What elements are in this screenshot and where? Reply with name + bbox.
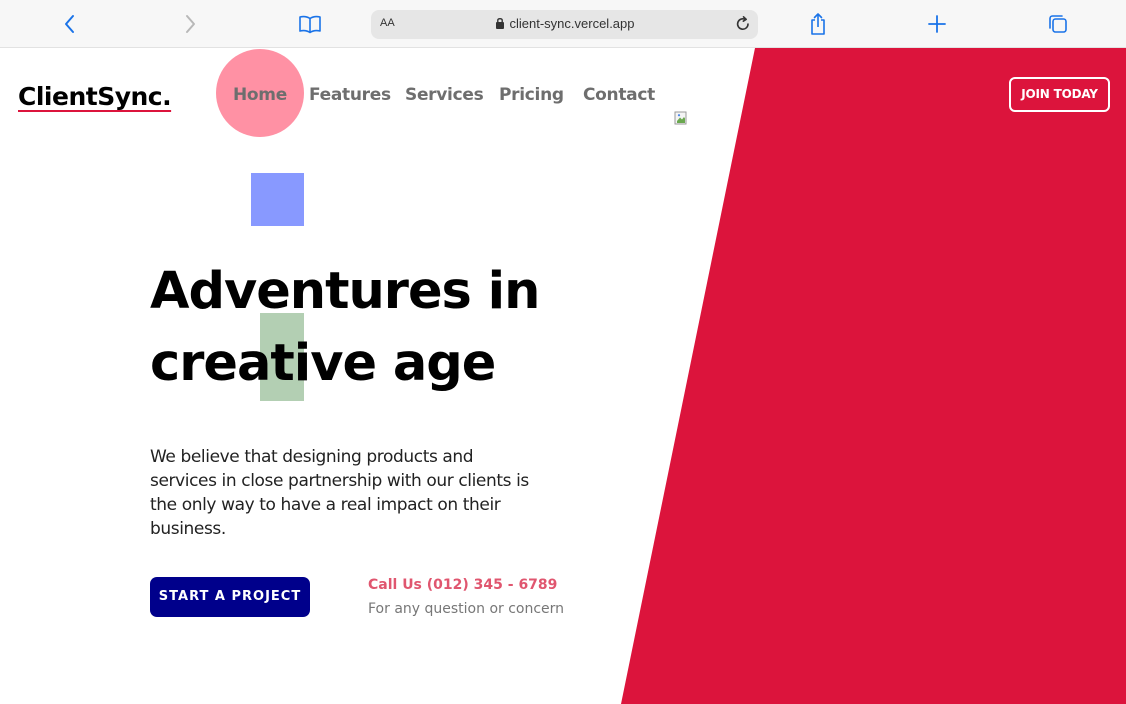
back-icon — [65, 15, 74, 33]
broken-image-icon — [674, 111, 687, 125]
call-us-link[interactable]: Call Us (012) 345 - 6789 — [368, 577, 557, 593]
share-icon — [811, 13, 825, 35]
hero-title-line2: creative age — [150, 334, 496, 393]
address-url: client-sync.vercel.app — [509, 16, 635, 31]
address-url-wrap: client-sync.vercel.app — [371, 16, 758, 31]
nav-item-services[interactable]: Services — [405, 85, 484, 105]
brand-logo[interactable]: ClientSync. — [18, 82, 172, 111]
hero-description: We believe that designing products and s… — [150, 447, 529, 539]
tabs-overview-button[interactable] — [1044, 10, 1072, 38]
reload-icon — [736, 16, 749, 30]
call-note: For any question or concern — [368, 601, 565, 617]
nav-item-contact[interactable]: Contact — [583, 85, 655, 105]
forward-icon — [186, 15, 195, 33]
hero-title-line1: Adventures in — [150, 262, 540, 321]
bookmarks-button[interactable] — [296, 10, 324, 38]
plus-icon — [928, 15, 946, 33]
nav-item-home[interactable]: Home — [233, 85, 287, 105]
browser-toolbar: AA client-sync.vercel.app — [0, 0, 1126, 48]
reload-button[interactable] — [734, 15, 752, 37]
forward-button[interactable] — [176, 10, 204, 38]
tabs-icon — [1049, 15, 1067, 33]
address-bar[interactable]: AA client-sync.vercel.app — [371, 10, 758, 39]
join-today-button[interactable]: JOIN TODAY — [1009, 77, 1110, 112]
new-tab-button[interactable] — [923, 10, 951, 38]
lock-icon — [495, 18, 504, 29]
nav-item-pricing[interactable]: Pricing — [499, 85, 564, 105]
book-icon — [299, 15, 321, 34]
share-button[interactable] — [804, 10, 832, 38]
nav-item-features[interactable]: Features — [309, 85, 391, 105]
hero-title: Adventures in creative age — [150, 256, 630, 400]
start-project-button[interactable]: START A PROJECT — [150, 577, 310, 617]
web-page: ClientSync. Home Features Services Prici… — [0, 48, 1126, 704]
decorative-blue-square — [251, 173, 304, 226]
back-button[interactable] — [56, 10, 84, 38]
